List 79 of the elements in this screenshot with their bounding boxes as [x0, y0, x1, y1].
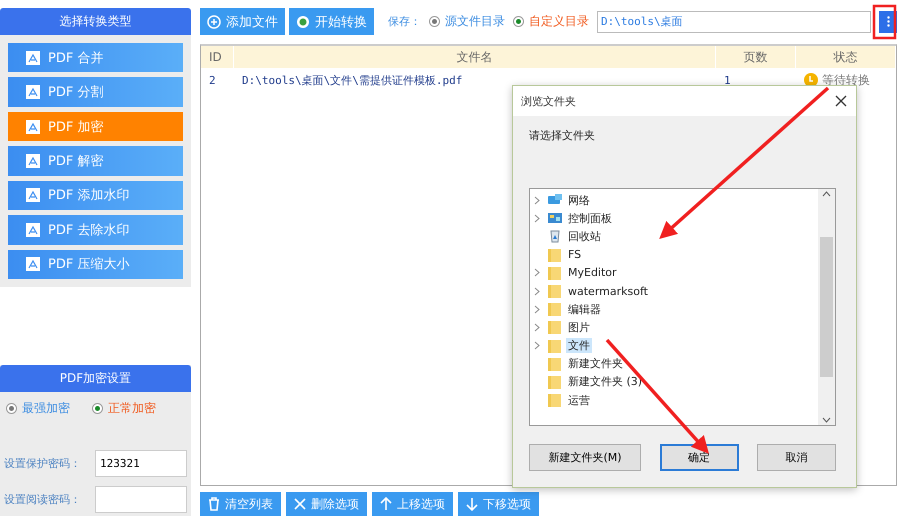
status-text: 等待转换 — [822, 72, 870, 88]
document-icon — [26, 257, 40, 272]
dialog-prompt: 请选择文件夹 — [529, 128, 596, 143]
dialog-button[interactable]: 新建文件夹(M) — [529, 444, 641, 471]
path-field[interactable]: D:\tools\桌面 — [597, 10, 871, 32]
document-icon — [26, 50, 40, 65]
panel-title: 选择转换类型 — [0, 8, 191, 35]
dialog-button[interactable]: 确定 — [660, 444, 738, 471]
close-icon — [294, 498, 306, 510]
toolbar-button[interactable]: 开始转换 — [289, 8, 374, 35]
document-icon — [26, 120, 40, 134]
radio-option[interactable]: 源文件目录 — [429, 13, 505, 30]
sidebar-item[interactable]: PDF 压缩大小 — [8, 250, 183, 279]
tree-item[interactable]: 控制面板 — [566, 210, 614, 226]
chevron-up-icon — [822, 191, 831, 197]
password-field[interactable]: 123321 — [95, 450, 187, 476]
sidebar-item[interactable]: PDF 解密 — [8, 146, 183, 176]
document-icon — [26, 85, 40, 100]
folder-icon — [547, 393, 563, 408]
tree-item[interactable]: 运营 — [566, 392, 592, 408]
tree-item[interactable]: 编辑器 — [566, 302, 603, 317]
close-button[interactable] — [834, 94, 848, 108]
tree-item[interactable]: 图片 — [566, 320, 592, 335]
folder-icon — [547, 320, 563, 334]
tree-item[interactable]: watermarksoft — [566, 284, 650, 298]
column-header: 页数 — [716, 46, 796, 68]
document-icon — [26, 188, 40, 202]
folder-icon — [547, 248, 563, 262]
chevron-down-icon — [822, 417, 831, 423]
list-button[interactable]: 删除选项 — [286, 492, 367, 516]
folder-icon — [547, 374, 563, 389]
field-label: 设置保护密码： — [4, 456, 82, 470]
field-label: 设置阅读密码： — [4, 492, 82, 506]
table-cell-text: 2 — [208, 74, 217, 86]
document-icon — [26, 222, 40, 237]
panel-title: PDF加密设置 — [0, 365, 191, 392]
dialog-title: 浏览文件夹 — [521, 94, 576, 108]
save-label: 保存： — [388, 14, 421, 29]
tree-item[interactable]: 文件 — [566, 338, 592, 354]
plus-circle-icon — [207, 14, 221, 28]
record-icon — [296, 14, 310, 28]
radio-option[interactable]: 自定义目录 — [513, 13, 589, 30]
table-cell-text: D:\tools\桌面\文件\需提供证件模板.pdf — [241, 72, 464, 88]
sidebar-item[interactable]: PDF 添加水印 — [8, 180, 183, 210]
tree-item[interactable]: 网络 — [566, 192, 592, 208]
sidebar-item[interactable]: PDF 加密 — [8, 112, 183, 142]
tree-item[interactable]: MyEditor — [566, 266, 619, 280]
arrow-up-icon — [380, 497, 392, 511]
arrow-down-icon — [466, 497, 478, 511]
toolbar-button[interactable]: 添加文件 — [200, 8, 285, 35]
more-icon — [886, 16, 890, 27]
folder-icon — [547, 284, 563, 298]
password-field[interactable] — [95, 486, 187, 512]
dialog-button[interactable]: 取消 — [757, 444, 836, 471]
folder-icon — [547, 302, 563, 316]
radio-option[interactable]: 最强加密 — [6, 400, 70, 417]
folder-icon — [547, 266, 563, 280]
sidebar-item[interactable]: PDF 去除水印 — [8, 215, 183, 245]
tree-item[interactable]: FS — [566, 248, 584, 262]
control-panel-icon — [547, 211, 563, 226]
close-icon — [834, 94, 848, 108]
folder-icon — [547, 356, 563, 371]
column-header: 文件名 — [234, 46, 716, 68]
folder-icon — [547, 338, 563, 353]
scrollbar[interactable] — [818, 189, 835, 425]
column-header: ID — [201, 46, 234, 68]
tree-item[interactable]: 新建文件夹 — [566, 356, 625, 372]
list-button[interactable]: 下移选项 — [458, 492, 539, 516]
list-button[interactable]: 清空列表 — [200, 492, 281, 516]
tree-item[interactable]: 回收站 — [566, 228, 603, 244]
trash-icon — [208, 497, 220, 511]
list-button[interactable]: 上移选项 — [372, 492, 453, 516]
sidebar-item[interactable]: PDF 分割 — [8, 77, 183, 107]
radio-option[interactable]: 正常加密 — [92, 400, 156, 417]
sidebar-item[interactable]: PDF 合并 — [8, 43, 183, 72]
document-icon — [26, 154, 40, 168]
table-cell-text: 1 — [723, 74, 732, 86]
highlight-frame — [872, 4, 896, 40]
column-header: 状态 — [796, 46, 896, 68]
